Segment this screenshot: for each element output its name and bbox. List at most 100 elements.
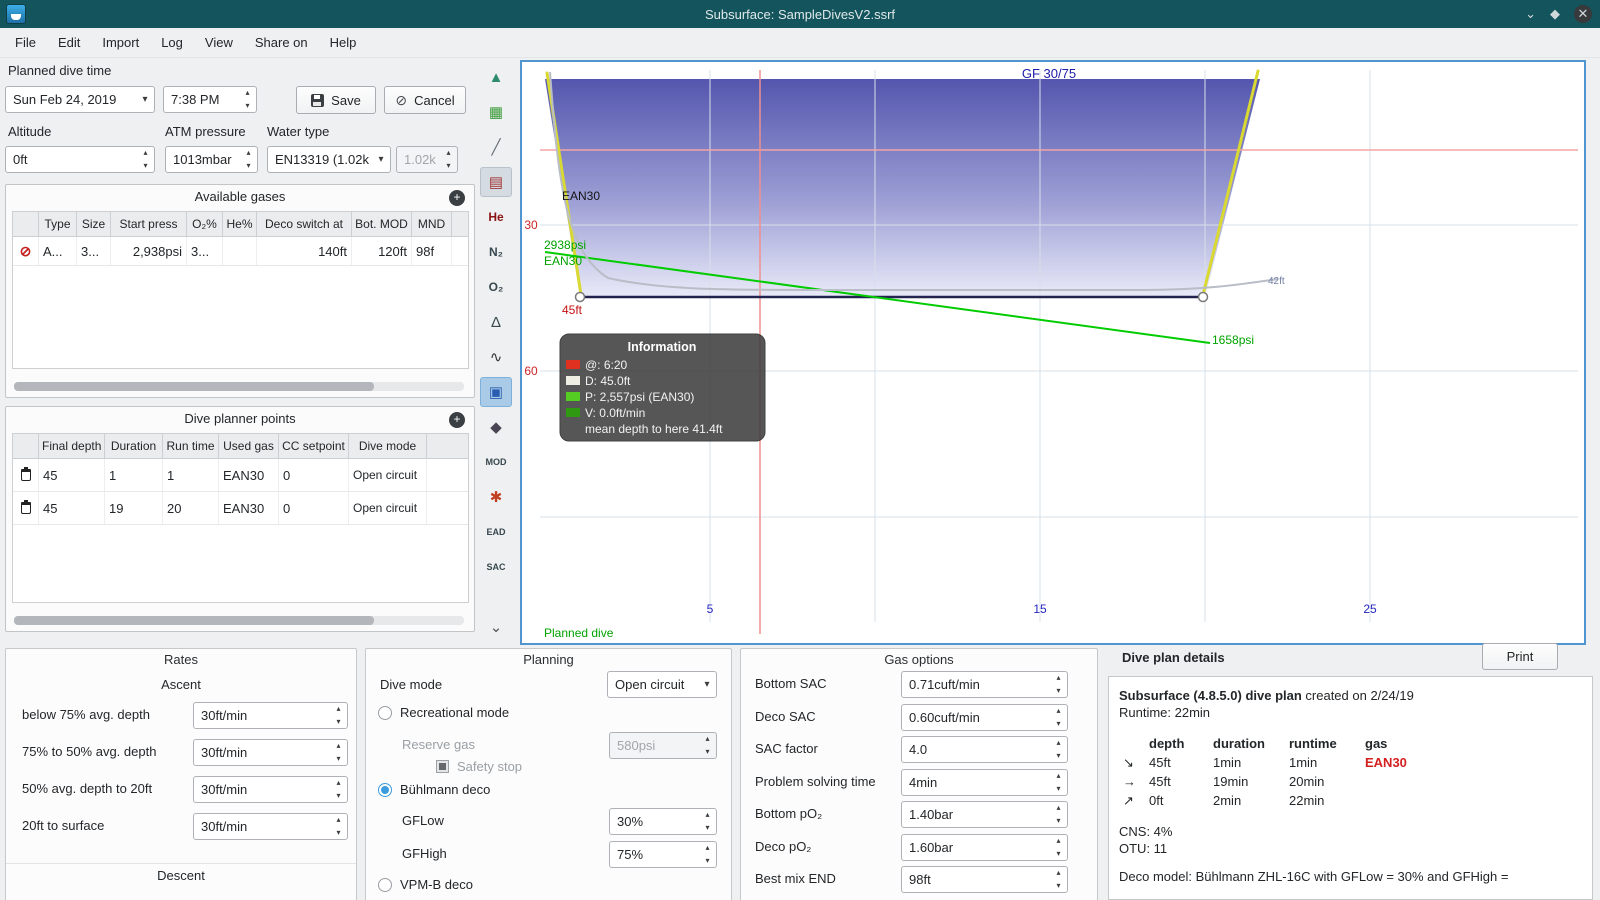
dive-profile-chart[interactable]: GF 30/75 EAN30 2938psi EAN30 45ft 1658ps… (520, 60, 1586, 645)
mod-icon[interactable]: MOD (480, 447, 512, 477)
close-icon[interactable]: ✕ (1574, 5, 1592, 23)
heart-rate-icon[interactable]: ∿ (480, 342, 512, 372)
col-mnd[interactable]: MND (412, 212, 452, 236)
spin-down-icon[interactable]: ▾ (330, 753, 347, 766)
water-type-combo[interactable]: EN13319 (1.02k ▾ (267, 146, 391, 173)
deco-sac-spinner[interactable]: 0.60cuft/min ▴ ▾ (901, 704, 1068, 731)
cancel-button[interactable]: ⊘ Cancel (384, 86, 466, 114)
spin-down-icon[interactable]: ▾ (1050, 718, 1067, 731)
spin-down-icon[interactable]: ▾ (137, 160, 154, 173)
point-row[interactable]: 45 1 1 EAN30 0 Open circuit (13, 459, 468, 492)
menu-file[interactable]: File (4, 28, 47, 58)
spin-up-icon[interactable]: ▴ (699, 842, 716, 855)
spin-up-icon[interactable]: ▴ (1050, 737, 1067, 750)
spin-down-icon[interactable]: ▾ (1050, 783, 1067, 796)
air-icon[interactable]: Δ (480, 307, 512, 337)
print-button[interactable]: Print (1482, 643, 1558, 670)
save-button[interactable]: Save (296, 86, 376, 114)
spin-down-icon[interactable]: ▾ (1050, 685, 1067, 698)
rate-spinner-2[interactable]: 30ft/min ▴ ▾ (193, 739, 348, 766)
spin-up-icon[interactable]: ▴ (330, 740, 347, 753)
chevron-down-icon[interactable]: ▾ (372, 154, 390, 165)
col-used-gas[interactable]: Used gas (219, 434, 279, 458)
col-cc-setpoint[interactable]: CC setpoint (279, 434, 349, 458)
spin-down-icon[interactable]: ▾ (699, 822, 716, 835)
dive-time-spinner[interactable]: 7:38 PM ▴ ▾ (163, 86, 257, 113)
spin-down-icon[interactable]: ▾ (1050, 880, 1067, 893)
points-hscrollbar[interactable] (14, 616, 464, 625)
add-point-button[interactable]: + (449, 412, 465, 428)
spin-up-icon[interactable]: ▴ (699, 809, 716, 822)
add-gas-button[interactable]: + (449, 190, 465, 206)
spin-up-icon[interactable]: ▴ (330, 703, 347, 716)
gas-row[interactable]: ⊘ A... 3... 2,938psi 3... 140ft 120ft 98… (13, 237, 468, 266)
ruler-icon[interactable]: ╱ (480, 132, 512, 162)
menu-edit[interactable]: Edit (47, 28, 91, 58)
cylinder-icon[interactable]: ⊘ (20, 243, 32, 260)
spin-down-icon[interactable]: ▾ (240, 160, 257, 173)
pp-o2-graph-icon[interactable]: O₂ (480, 272, 512, 302)
spin-up-icon[interactable]: ▴ (1050, 672, 1067, 685)
scroll-down-icon[interactable]: ⌄ (480, 612, 512, 642)
col-he[interactable]: He% (223, 212, 257, 236)
col-duration[interactable]: Duration (105, 434, 163, 458)
col-run-time[interactable]: Run time (163, 434, 219, 458)
spin-down-icon[interactable]: ▾ (330, 827, 347, 840)
spin-up-icon[interactable]: ▴ (1050, 802, 1067, 815)
trash-icon[interactable] (20, 467, 31, 481)
chevron-down-icon[interactable]: ▾ (698, 679, 716, 690)
menu-log[interactable]: Log (150, 28, 194, 58)
col-start-press[interactable]: Start press (111, 212, 187, 236)
menu-share-on[interactable]: Share on (244, 28, 319, 58)
col-bot-mod[interactable]: Bot. MOD (352, 212, 412, 236)
spin-up-icon[interactable]: ▴ (1050, 770, 1067, 783)
shade-icon[interactable]: ⌄ (1525, 6, 1536, 22)
spin-up-icon[interactable]: ▴ (1050, 867, 1067, 880)
waypoint-handle[interactable] (1197, 291, 1209, 303)
altitude-spinner[interactable]: 0ft ▴ ▾ (5, 146, 155, 173)
menu-import[interactable]: Import (91, 28, 150, 58)
waypoint-handle[interactable] (574, 291, 586, 303)
vpmb-deco-radio[interactable]: VPM-B deco (378, 877, 473, 892)
menu-view[interactable]: View (194, 28, 244, 58)
dive-sites-icon[interactable]: ▲ (480, 62, 512, 92)
dive-computer-icon[interactable]: ▤ (480, 167, 512, 197)
gfhigh-spinner[interactable]: 75% ▴ ▾ (609, 841, 717, 868)
spin-down-icon[interactable]: ▾ (330, 790, 347, 803)
point-row[interactable]: 45 19 20 EAN30 0 Open circuit (13, 492, 468, 525)
checkbox-icon[interactable] (436, 760, 449, 773)
pp-he-graph-icon[interactable]: He (480, 202, 512, 232)
safety-stop-checkbox[interactable]: Safety stop (436, 759, 522, 774)
bottom-sac-spinner[interactable]: 0.71cuft/min ▴ ▾ (901, 671, 1068, 698)
gflow-spinner[interactable]: 30% ▴ ▾ (609, 808, 717, 835)
diver-icon[interactable]: ✱ (480, 482, 512, 512)
gas-change-icon[interactable]: ◆ (480, 412, 512, 442)
ead-icon[interactable]: EAD (480, 517, 512, 547)
dive-mode-combo[interactable]: Open circuit ▾ (607, 671, 717, 698)
col-o2[interactable]: O₂% (187, 212, 223, 236)
rate-spinner-1[interactable]: 30ft/min ▴ ▾ (193, 702, 348, 729)
sac-factor-spinner[interactable]: 4.0 ▴ ▾ (901, 736, 1068, 763)
profile-svg[interactable]: GF 30/75 EAN30 2938psi EAN30 45ft 1658ps… (522, 62, 1584, 643)
restore-icon[interactable]: ◆ (1550, 6, 1560, 22)
spin-up-icon[interactable]: ▴ (137, 147, 154, 160)
menu-help[interactable]: Help (319, 28, 368, 58)
dive-date-combo[interactable]: Sun Feb 24, 2019 ▾ (5, 86, 155, 113)
spin-down-icon[interactable]: ▾ (1050, 750, 1067, 763)
trash-icon[interactable] (20, 500, 31, 514)
pp-n2-graph-icon[interactable]: N₂ (480, 237, 512, 267)
problem-time-spinner[interactable]: 4min ▴ ▾ (901, 769, 1068, 796)
deco-po2-spinner[interactable]: 1.60bar ▴ ▾ (901, 834, 1068, 861)
spin-up-icon[interactable]: ▴ (1050, 835, 1067, 848)
col-size[interactable]: Size (77, 212, 111, 236)
spin-up-icon[interactable]: ▴ (239, 87, 256, 100)
best-mix-end-spinner[interactable]: 98ft ▴ ▾ (901, 866, 1068, 893)
recreational-mode-radio[interactable]: Recreational mode (378, 705, 509, 720)
sac-icon[interactable]: SAC (480, 552, 512, 582)
gases-hscrollbar[interactable] (14, 382, 464, 391)
spin-down-icon[interactable]: ▾ (1050, 848, 1067, 861)
col-type[interactable]: Type (39, 212, 77, 236)
spin-down-icon[interactable]: ▾ (330, 716, 347, 729)
atm-pressure-spinner[interactable]: 1013mbar ▴ ▾ (165, 146, 258, 173)
spin-up-icon[interactable]: ▴ (240, 147, 257, 160)
